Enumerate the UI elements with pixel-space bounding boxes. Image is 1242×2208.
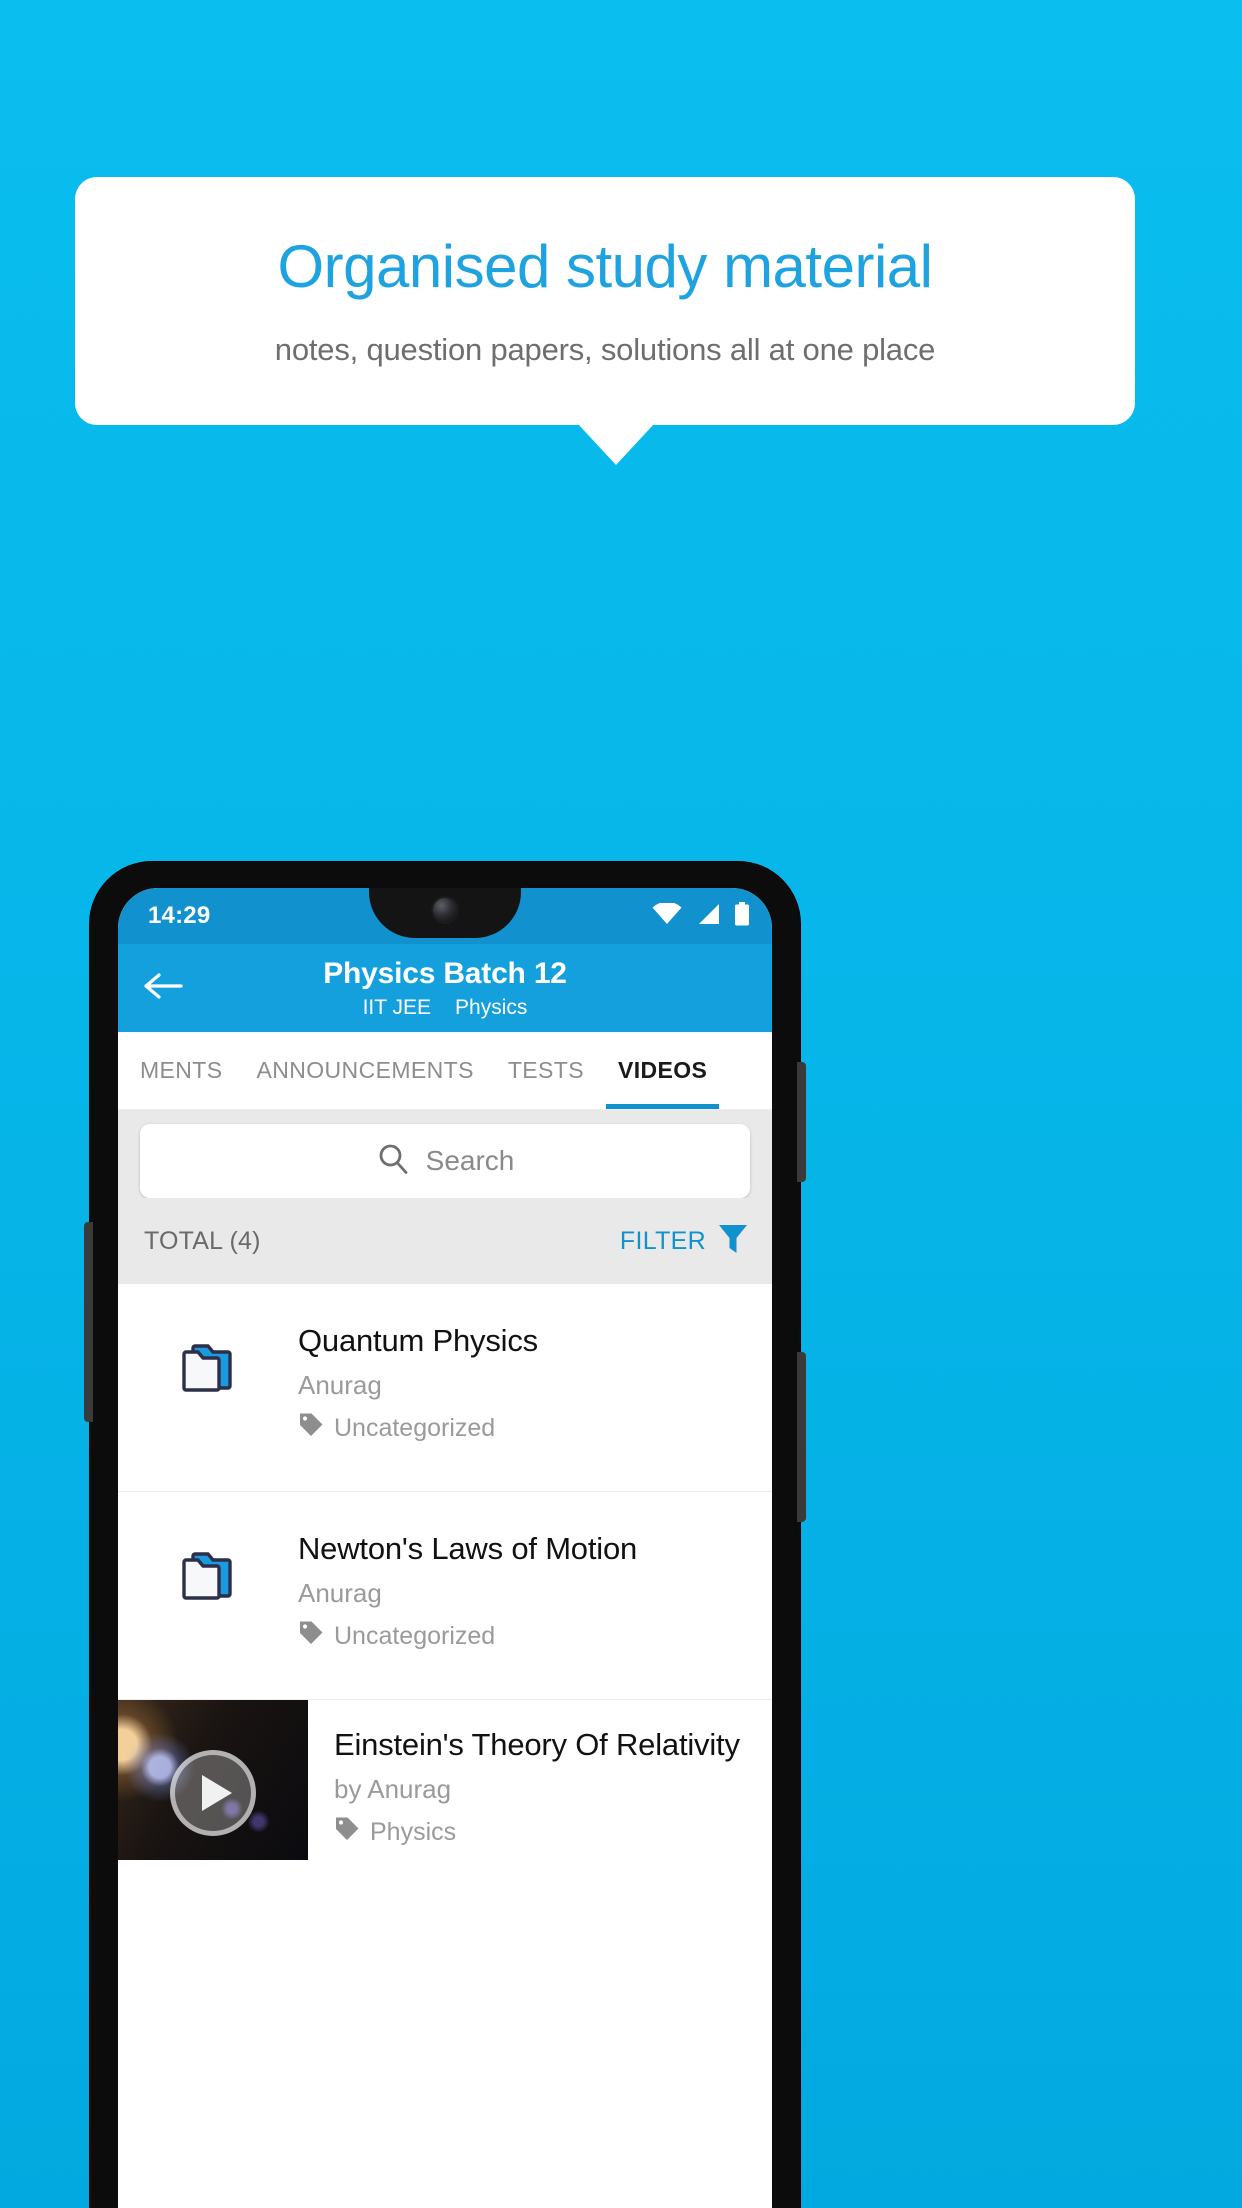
list-item-tag-label: Uncategorized xyxy=(334,1413,496,1442)
breadcrumb-subject: Physics xyxy=(455,995,528,1019)
breadcrumb: IIT JEE Physics xyxy=(363,996,528,1020)
search-section: Search xyxy=(118,1110,772,1198)
list-item-tag-label: Physics xyxy=(370,1817,457,1846)
tag-icon xyxy=(298,1620,324,1653)
list-item-tag: Uncategorized xyxy=(298,1620,752,1653)
front-camera xyxy=(433,898,457,922)
tab-announcements[interactable]: ANNOUNCEMENTS xyxy=(257,1032,474,1109)
list-item-tag-label: Uncategorized xyxy=(334,1621,496,1650)
volume-button[interactable] xyxy=(84,1222,93,1422)
power-button[interactable] xyxy=(797,1062,806,1182)
play-button-icon[interactable] xyxy=(170,1749,256,1836)
search-placeholder: Search xyxy=(425,1145,515,1176)
breadcrumb-exam: IIT JEE xyxy=(362,995,432,1019)
cellular-signal-icon xyxy=(696,903,720,930)
list-item-tag: Physics xyxy=(334,1816,756,1849)
back-arrow-icon xyxy=(143,971,183,1006)
list-item-author: Anurag xyxy=(298,1577,382,1608)
status-bar: 14:29 xyxy=(118,888,772,944)
status-icons xyxy=(652,901,750,931)
list-header: TOTAL (4) FILTER xyxy=(118,1198,772,1284)
list-item-title: Einstein's Theory Of Relativity xyxy=(334,1727,740,1762)
tab-videos[interactable]: VIDEOS xyxy=(605,1032,720,1109)
side-button[interactable] xyxy=(797,1352,806,1522)
tag-icon xyxy=(298,1412,324,1445)
phone-mockup: 14:29 Physics Batch 12 IIT JEE Physics M… xyxy=(84,862,806,2208)
filter-button[interactable]: FILTER xyxy=(620,1223,748,1260)
tab-ments[interactable]: MENTS xyxy=(140,1032,223,1109)
filter-funnel-icon xyxy=(718,1223,748,1260)
list-item-author: by Anurag xyxy=(334,1773,452,1804)
app-bar: Physics Batch 12 IIT JEE Physics xyxy=(118,944,772,1032)
list-item[interactable]: Quantum Physics Anurag Uncategorized xyxy=(118,1284,772,1492)
tab-bar: MENTS ANNOUNCEMENTS TESTS VIDEOS xyxy=(118,1032,772,1110)
list-item-tag: Uncategorized xyxy=(298,1412,752,1445)
list-item[interactable]: Einstein's Theory Of Relativity by Anura… xyxy=(118,1700,772,1860)
app-bar-titles: Physics Batch 12 IIT JEE Physics xyxy=(118,957,772,1020)
filter-label: FILTER xyxy=(619,1226,706,1255)
content-list: Quantum Physics Anurag Uncategorized New… xyxy=(118,1284,772,1860)
total-count: TOTAL (4) xyxy=(144,1226,261,1255)
status-time: 14:29 xyxy=(148,902,211,929)
folder-icon xyxy=(118,1318,298,1398)
video-thumbnail[interactable] xyxy=(118,1700,308,1860)
search-input[interactable]: Search xyxy=(140,1124,750,1198)
battery-icon xyxy=(734,901,750,931)
search-icon xyxy=(376,1142,410,1181)
page-title: Physics Batch 12 xyxy=(323,956,567,990)
list-item-title: Newton's Laws of Motion xyxy=(298,1531,638,1566)
speech-bubble-tail xyxy=(578,424,654,465)
promo-subtitle: notes, question papers, solutions all at… xyxy=(274,332,936,367)
promo-card: Organised study material notes, question… xyxy=(75,177,1135,425)
list-item-text: Newton's Laws of Motion Anurag Uncategor… xyxy=(298,1526,752,1653)
list-item[interactable]: Newton's Laws of Motion Anurag Uncategor… xyxy=(118,1492,772,1700)
list-item-text: Quantum Physics Anurag Uncategorized xyxy=(298,1318,752,1445)
play-triangle-icon xyxy=(202,1774,232,1811)
phone-screen: 14:29 Physics Batch 12 IIT JEE Physics M… xyxy=(118,888,772,2208)
promo-title: Organised study material xyxy=(277,233,933,300)
list-item-text: Einstein's Theory Of Relativity by Anura… xyxy=(308,1700,772,1860)
tag-icon xyxy=(334,1816,360,1849)
tab-tests[interactable]: TESTS xyxy=(508,1032,584,1109)
list-item-author: Anurag xyxy=(298,1369,382,1400)
wifi-icon xyxy=(652,901,682,930)
camera-notch xyxy=(343,888,547,938)
list-item-title: Quantum Physics xyxy=(298,1323,538,1358)
folder-icon xyxy=(118,1526,298,1606)
back-button[interactable] xyxy=(136,971,190,1006)
